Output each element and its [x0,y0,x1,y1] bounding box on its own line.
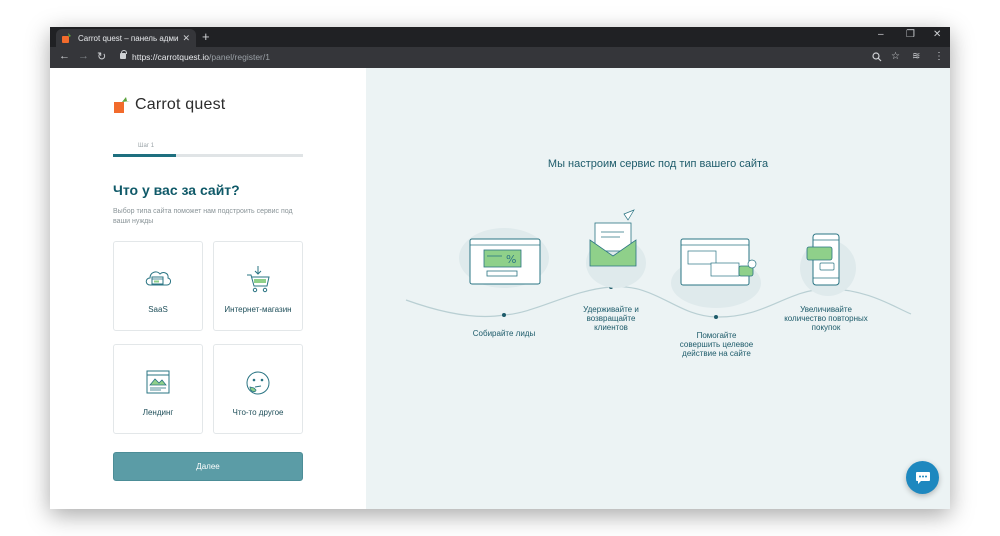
minimize-button[interactable]: – [878,29,884,40]
thinking-face-icon [246,371,270,395]
site-type-card-landing[interactable]: Лендинг [113,344,203,434]
card-label: Лендинг [142,408,174,417]
back-arrow-icon[interactable]: ← [59,50,70,62]
browser-window: Carrot quest – панель администр ✕ + – ❐ … [50,27,950,509]
logo: Carrot quest [113,96,225,114]
registration-panel: Carrot quest Шаг 1 Что у вас за сайт? Вы… [50,68,366,509]
progress-bar [113,154,303,157]
logo-text: Carrot quest [135,96,226,113]
zoom-icon[interactable] [872,52,882,62]
email-envelope-illustration [586,209,646,288]
site-type-card-online-store[interactable]: Интернет-магазин [213,241,303,331]
timeline-dot [714,315,718,319]
browser-tab[interactable]: Carrot quest – панель администр ✕ [56,29,196,47]
url-path: /panel/register/1 [209,52,270,62]
bookmark-star-icon[interactable]: ☆ [891,51,900,62]
caption-repeat-purchases: Увеличивайте количество повторных покупо… [784,305,868,332]
close-tab-icon[interactable]: ✕ [182,33,190,44]
cloud-browser-icon [145,271,171,286]
new-tab-button[interactable]: + [202,29,210,45]
card-label: Что-то другое [232,408,284,417]
progress-fill [113,154,176,157]
landing-page-icon [146,370,170,394]
site-type-card-saas[interactable]: SaaS [113,241,203,331]
phone-message-illustration [800,233,856,296]
tab-bar: Carrot quest – панель администр ✕ + – ❐ … [50,27,950,47]
address-bar[interactable]: https://carrotquest.io/panel/register/1 [132,52,270,62]
step-label: Шаг 1 [138,143,155,149]
popup-browser-illustration [671,238,761,308]
shopping-cart-icon [247,266,270,293]
chat-bubble-icon [915,471,930,484]
close-window-button[interactable]: ✕ [933,29,941,40]
url-host: https://carrotquest.io [132,52,210,62]
hint-text: Выбор типа сайта поможет нам подстроить … [113,208,293,225]
features-illustration: % [405,209,912,319]
page-title: Что у вас за сайт? [113,182,240,198]
timeline-dot [502,313,506,317]
card-label: Интернет-магазин [224,305,292,314]
menu-dots-icon[interactable]: ⋮ [934,51,944,62]
reload-icon[interactable]: ↻ [97,50,106,63]
svg-text:%: % [506,253,516,266]
tab-title: Carrot quest – панель администр [78,33,179,43]
restore-button[interactable]: ❐ [906,29,915,40]
chat-widget-button[interactable] [906,461,939,494]
lock-icon [120,50,127,59]
forward-arrow-icon[interactable]: → [78,50,89,62]
extension-icon[interactable]: ≋ [912,51,920,62]
carrot-logo-icon [114,97,130,113]
next-button[interactable]: Далее [113,452,303,481]
site-type-card-other[interactable]: Что-то другое [213,344,303,434]
caption-target-action: Помогайте совершить целевое действие на … [679,331,754,358]
carrot-favicon-icon [62,33,71,43]
caption-retain-clients: Удерживайте и возвращайте клиентов [583,305,639,332]
card-label: SaaS [148,305,168,314]
caption-collect-leads: Собирайте лиды [472,329,536,338]
lead-form-illustration: % [459,228,549,288]
features-panel: Мы настроим сервис под тип вашего сайта … [366,68,950,509]
browser-toolbar: ← → ↻ https://carrotquest.io/panel/regis… [50,47,950,68]
